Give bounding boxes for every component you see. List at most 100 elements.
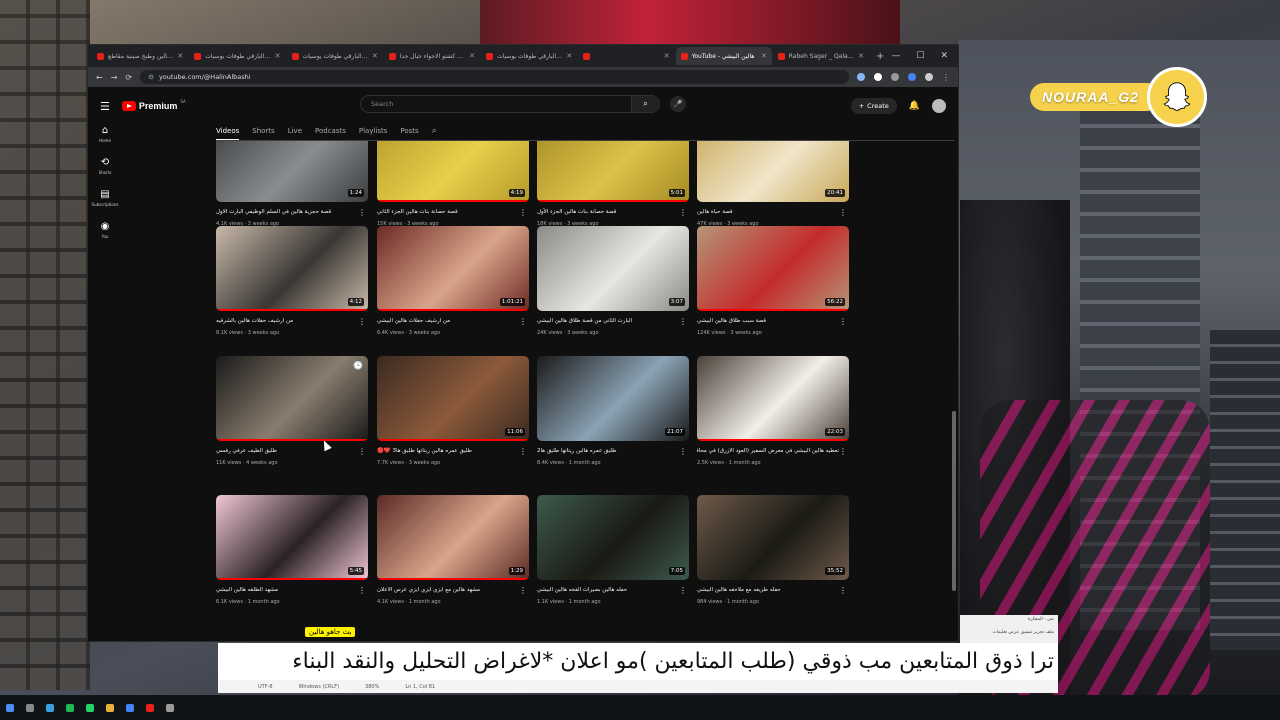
- sidebar-item-home[interactable]: ⌂ Home: [88, 125, 122, 143]
- browser-tab[interactable]: طليق هالين وطبخ صينية مقاطع.. ✕: [92, 47, 188, 65]
- video-card[interactable]: 5:45 مشهد الطلقه هالين البيشي 6.1K views ·…: [216, 495, 368, 605]
- video-thumbnail[interactable]: 7:05: [537, 495, 689, 580]
- video-title[interactable]: حفله طريفه مع ملاحقه هالين البيشي: [697, 586, 839, 594]
- tab-playlists[interactable]: Playlists: [359, 127, 388, 135]
- tab-live[interactable]: Live: [288, 127, 302, 135]
- extension-icon[interactable]: [891, 73, 899, 81]
- taskbar-app-icon[interactable]: [46, 703, 54, 712]
- video-card[interactable]: 21:07 طليق عمره هالين ريتاتها طليق ها2 8.4…: [537, 356, 689, 466]
- taskbar-app-icon[interactable]: [146, 703, 154, 712]
- video-title[interactable]: من ارشيف حفلات هالين بالشرقيه: [216, 317, 358, 325]
- close-window-icon[interactable]: ✕: [940, 51, 948, 61]
- taskbar-app-icon[interactable]: [166, 703, 174, 712]
- taskbar-app-icon[interactable]: [86, 703, 94, 712]
- more-options-icon[interactable]: ⋮: [519, 317, 527, 326]
- video-thumbnail[interactable]: 35:52: [697, 495, 849, 580]
- tab-videos[interactable]: Videos: [216, 127, 240, 141]
- video-title[interactable]: البارت الثاني من قصة طلاق هالين البيشي: [537, 317, 679, 325]
- video-thumbnail[interactable]: 4:19: [377, 141, 529, 202]
- channel-search-icon[interactable]: ⌕: [432, 126, 437, 136]
- browser-tab[interactable]: حسين البارقي طوفات يوسيات -✕: [287, 47, 383, 65]
- tab-shorts[interactable]: Shorts: [252, 127, 274, 135]
- more-options-icon[interactable]: ⋮: [358, 447, 366, 456]
- search-box[interactable]: Search ⌕: [360, 95, 660, 113]
- watch-later-icon[interactable]: 🕒: [353, 361, 363, 370]
- tab-podcasts[interactable]: Podcasts: [315, 127, 346, 135]
- video-thumbnail[interactable]: 5:45: [216, 495, 368, 580]
- video-card[interactable]: 3:07 البارت الثاني من قصة طلاق هالين البي…: [537, 226, 689, 336]
- more-options-icon[interactable]: ⋮: [358, 208, 366, 217]
- more-options-icon[interactable]: ⋮: [358, 586, 366, 595]
- scrollbar[interactable]: [952, 411, 956, 591]
- video-card[interactable]: 7:05 حفله هالين بصيرات الفخه هالين البيشي…: [537, 495, 689, 605]
- more-options-icon[interactable]: ⋮: [519, 586, 527, 595]
- sidebar-item-you[interactable]: ◉ You: [88, 221, 122, 239]
- video-thumbnail[interactable]: 1:29: [377, 495, 529, 580]
- site-info-icon[interactable]: ⚙: [148, 73, 154, 81]
- video-title[interactable]: قصة حصانة بنات هالين الجزء الأول: [537, 208, 679, 216]
- video-card[interactable]: 1:24 قصة حجزية هالين في السلم الوظيفي الب…: [216, 141, 368, 227]
- start-icon[interactable]: [6, 703, 14, 712]
- tab-close-icon[interactable]: ✕: [177, 52, 183, 60]
- video-title[interactable]: قصة حصانة بنات هالين الجزء الثاني: [377, 208, 519, 216]
- video-thumbnail[interactable]: 20:41: [697, 141, 849, 202]
- tab-close-icon[interactable]: ✕: [858, 52, 864, 60]
- youtube-logo[interactable]: Premium SA: [121, 99, 186, 111]
- voice-search-icon[interactable]: 🎤: [670, 96, 686, 112]
- browser-tab[interactable]: YouTube - هالين البيشي ✕: [675, 47, 772, 65]
- search-button[interactable]: ⌕: [631, 96, 659, 112]
- notifications-bell-icon[interactable]: 🔔: [909, 101, 920, 111]
- taskbar-app-icon[interactable]: [66, 703, 74, 712]
- video-title[interactable]: قصة حياة هالين: [697, 208, 839, 216]
- video-thumbnail[interactable]: 1:24: [216, 141, 368, 202]
- browser-tab[interactable]: حسين البارقي طوفات يوسيات -✕: [481, 47, 577, 65]
- minimize-icon[interactable]: —: [891, 51, 900, 61]
- tab-posts[interactable]: Posts: [400, 127, 418, 135]
- more-options-icon[interactable]: ⋮: [679, 208, 687, 217]
- video-thumbnail[interactable]: 3:07: [537, 226, 689, 311]
- more-options-icon[interactable]: ⋮: [839, 586, 847, 595]
- video-thumbnail[interactable]: 5:01: [537, 141, 689, 202]
- notepad-editor[interactable]: ترا ذوق المتابعين مب ذوقي (طلب المتابعين…: [218, 643, 1058, 680]
- video-card[interactable]: 1:01:21 من ارشيف حفلات هالين البيشي 6.4K v…: [377, 226, 529, 336]
- video-thumbnail[interactable]: 🕒: [216, 356, 368, 441]
- video-card[interactable]: 4:19 قصة حصانة بنات هالين الجزء الثاني 15K…: [377, 141, 529, 227]
- video-thumbnail[interactable]: 22:03: [697, 356, 849, 441]
- create-button[interactable]: + Create: [850, 98, 897, 114]
- more-options-icon[interactable]: ⋮: [679, 447, 687, 456]
- more-options-icon[interactable]: ⋮: [679, 586, 687, 595]
- forward-icon[interactable]: →: [111, 73, 118, 82]
- profile-icon[interactable]: [925, 73, 933, 81]
- video-card[interactable]: 35:52 حفله طريفه مع ملاحقه هالين البيشي 98…: [697, 495, 849, 605]
- video-title[interactable]: حفله هالين بصيرات الفخه هالين البيشي: [537, 586, 679, 594]
- taskbar-app-icon[interactable]: [26, 703, 34, 712]
- more-options-icon[interactable]: ⋮: [519, 208, 527, 217]
- video-title[interactable]: مشهد الطلقه هالين البيشي: [216, 586, 358, 594]
- sidebar-item-shorts[interactable]: ⟲ Shorts: [88, 157, 122, 175]
- maximize-icon[interactable]: ☐: [916, 51, 924, 61]
- hamburger-menu-icon[interactable]: ☰: [100, 100, 110, 113]
- video-card[interactable]: 20:41 قصة حياة هالين 47K views · 3 weeks a…: [697, 141, 849, 227]
- new-tab-button[interactable]: +: [870, 51, 890, 62]
- video-title[interactable]: طليق عمره هالين ريتاتها طليق ها2: [537, 447, 679, 455]
- more-menu-icon[interactable]: ⋮: [942, 73, 950, 82]
- video-title[interactable]: من ارشيف حفلات هالين البيشي: [377, 317, 519, 325]
- tab-close-icon[interactable]: ✕: [372, 52, 378, 60]
- video-title[interactable]: قصة سبب طلاق هالين البيشي: [697, 317, 839, 325]
- browser-tab[interactable]: Rabeh Sager _ Qalam - 2021 ✕: [773, 47, 869, 65]
- browser-tab[interactable]: ✕: [578, 47, 674, 65]
- video-card[interactable]: 5:01 قصة حصانة بنات هالين الجزء الأول 18K …: [537, 141, 689, 227]
- video-title[interactable]: طليق الطيف عرفي رفسي: [216, 447, 358, 455]
- more-options-icon[interactable]: ⋮: [358, 317, 366, 326]
- extension-icon[interactable]: [908, 73, 916, 81]
- address-bar[interactable]: ⚙ youtube.com/@HalinAlbashi: [140, 70, 849, 84]
- sidebar-item-subscriptions[interactable]: ▤ Subscriptions: [88, 189, 122, 207]
- more-options-icon[interactable]: ⋮: [839, 447, 847, 456]
- more-options-icon[interactable]: ⋮: [519, 447, 527, 456]
- video-card[interactable]: 22:03 تعطيه هالين البيشي في معرض السفير (…: [697, 356, 849, 466]
- notepad-menu[interactable]: ملف تحرير تنسيق عرض تعليمات: [964, 630, 1054, 635]
- video-title[interactable]: مشهد هالين مع ايزي ايزي ايزي عرس الاعلان: [377, 586, 519, 594]
- video-card[interactable]: 56:22 قصة سبب طلاق هالين البيشي 124K views…: [697, 226, 849, 336]
- avatar[interactable]: [932, 99, 946, 113]
- search-input[interactable]: Search: [371, 100, 393, 108]
